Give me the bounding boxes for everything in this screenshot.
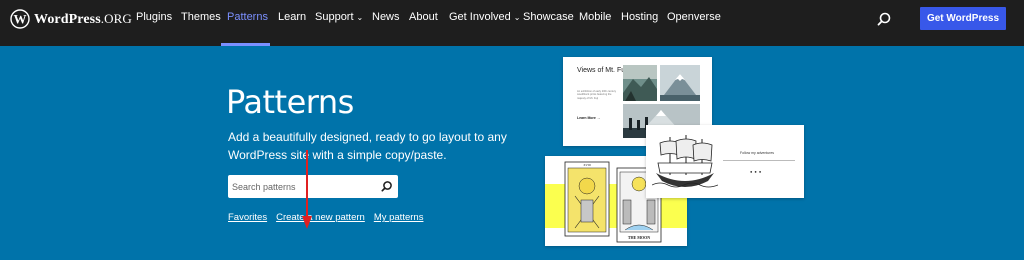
search-icon[interactable] bbox=[378, 178, 395, 195]
chevron-down-icon: ⌄ bbox=[513, 13, 521, 22]
nav-support[interactable]: Support ⌄ bbox=[315, 11, 363, 23]
pattern-search-form bbox=[228, 175, 398, 198]
nav-news[interactable]: News bbox=[372, 11, 400, 23]
wordpress-logo-icon: W bbox=[10, 9, 30, 29]
red-arrow-icon bbox=[302, 150, 312, 229]
svg-text:W: W bbox=[14, 12, 27, 27]
tarot-card-caption: THE MOON bbox=[628, 235, 650, 240]
ship-follow-text: Follow my adventures bbox=[740, 151, 775, 155]
nav-learn[interactable]: Learn bbox=[278, 11, 306, 23]
nav-openverse[interactable]: Openverse bbox=[667, 11, 721, 23]
nav-themes[interactable]: Themes bbox=[181, 11, 221, 23]
nav-mobile[interactable]: Mobile bbox=[579, 11, 611, 23]
fuji-learn-more: Learn More → bbox=[577, 116, 601, 120]
tarot-card-numeral: XVIII bbox=[583, 163, 590, 167]
global-header: W WordPress.ORG Plugins Themes Patterns … bbox=[0, 0, 1024, 46]
pattern-preview-ship: Follow my adventures ●●● bbox=[646, 125, 804, 198]
ship-illustration bbox=[652, 135, 718, 188]
fuji-preview-description: An exhibition of early 20th century wood… bbox=[577, 90, 617, 100]
nav-patterns[interactable]: Patterns bbox=[227, 11, 268, 23]
nav-support-label: Support bbox=[315, 11, 354, 23]
nav-get-involved-label: Get Involved bbox=[449, 11, 511, 23]
nav-showcase[interactable]: Showcase bbox=[523, 11, 574, 23]
fuji-print-image bbox=[623, 65, 657, 101]
wordpress-logo[interactable]: W WordPress.ORG bbox=[10, 9, 132, 29]
page-title: Patterns bbox=[226, 83, 354, 121]
nav-plugins[interactable]: Plugins bbox=[136, 11, 172, 23]
nav-get-involved[interactable]: Get Involved ⌄ bbox=[449, 11, 520, 23]
pattern-links: Favorites Create a new pattern My patter… bbox=[228, 212, 423, 223]
fuji-print-image bbox=[660, 65, 700, 101]
favorites-link[interactable]: Favorites bbox=[228, 212, 267, 223]
social-icons: ●●● bbox=[750, 169, 764, 174]
my-patterns-link[interactable]: My patterns bbox=[374, 212, 424, 223]
create-new-pattern-link[interactable]: Create a new pattern bbox=[276, 212, 365, 223]
nav-active-indicator bbox=[221, 43, 270, 46]
hero-description: Add a beautifully designed, ready to go … bbox=[228, 130, 507, 162]
nav-about[interactable]: About bbox=[409, 11, 438, 23]
chevron-down-icon: ⌄ bbox=[356, 13, 364, 22]
logo-text: WordPress.ORG bbox=[34, 10, 132, 27]
search-icon[interactable] bbox=[876, 11, 892, 27]
get-wordpress-button[interactable]: Get WordPress bbox=[920, 7, 1006, 30]
nav-hosting[interactable]: Hosting bbox=[621, 11, 658, 23]
ship-divider bbox=[723, 160, 795, 161]
